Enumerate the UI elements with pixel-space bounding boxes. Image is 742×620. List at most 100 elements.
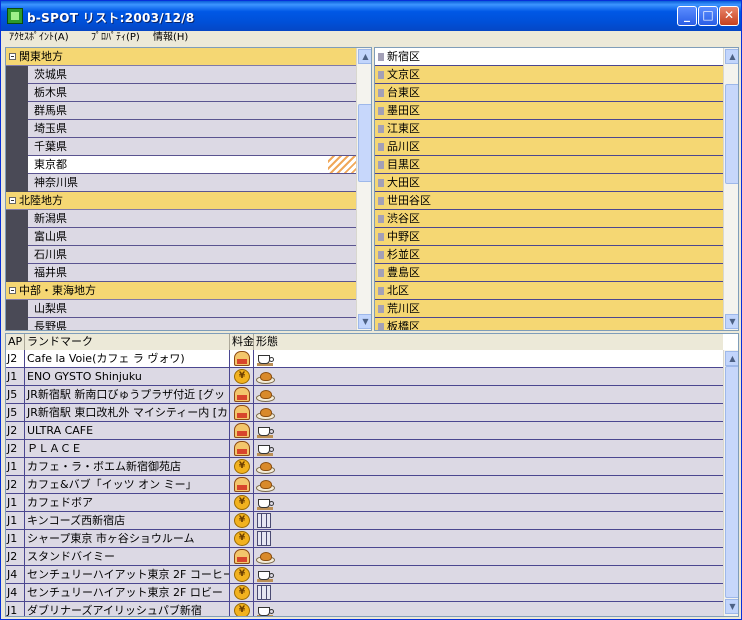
- membership-lock-icon: [234, 387, 250, 402]
- list-row[interactable]: J1 ENO GYSTO Shinjuku ¥: [6, 368, 723, 386]
- scroll-up-arrow-icon[interactable]: ▲: [725, 49, 738, 64]
- scroll-down-arrow-icon[interactable]: ▼: [725, 314, 738, 329]
- tree-prefecture-item[interactable]: 東京都: [28, 156, 356, 174]
- tree-prefecture-item[interactable]: 山梨県: [28, 300, 356, 318]
- form-cell: [254, 350, 278, 367]
- column-header-landmark[interactable]: ランドマーク: [25, 334, 230, 350]
- scroll-thumb[interactable]: [725, 366, 738, 598]
- ward-list-panel[interactable]: ▲ ▼ 新宿区 文京区 台東区 墨田区江東区品川区 目黒区 大田区世田谷区渋谷区 中野区 杉並…: [374, 47, 739, 331]
- title-bar[interactable]: b-SPOT リスト:2003/12/8 _ □ ✕: [1, 1, 741, 31]
- tree-prefecture-item[interactable]: 神奈川県: [28, 174, 356, 192]
- list-row[interactable]: J2 スタンドバイミー: [6, 548, 723, 566]
- minimize-button[interactable]: _: [677, 6, 697, 26]
- tree-prefecture-item[interactable]: 千葉県: [28, 138, 356, 156]
- ward-item[interactable]: 杉並区: [375, 246, 723, 264]
- ward-item[interactable]: 渋谷区: [375, 210, 723, 228]
- list-row[interactable]: J2 Cafe la Voie(カフェ ラ ヴォワ): [6, 350, 723, 368]
- list-row[interactable]: J4 センチュリーハイアット東京 2F コーヒー ¥: [6, 566, 723, 584]
- form-cell: [254, 602, 278, 616]
- tree-region-item[interactable]: 関東地方: [6, 48, 356, 66]
- list-scrollbar[interactable]: ▲ ▼: [723, 350, 738, 616]
- tree-prefecture-item[interactable]: 福井県: [28, 264, 356, 282]
- list-row[interactable]: J1 カフェ・ラ・ボエム新宿御苑店 ¥: [6, 458, 723, 476]
- column-header-ap[interactable]: AP: [6, 334, 25, 350]
- tree-prefecture-item[interactable]: 長野県: [28, 318, 356, 330]
- ward-item[interactable]: 文京区: [375, 66, 723, 84]
- ward-item[interactable]: 目黒区: [375, 156, 723, 174]
- ward-item[interactable]: 墨田区: [375, 102, 723, 120]
- scroll-down-arrow-icon[interactable]: ▼: [725, 599, 738, 614]
- scroll-up-arrow-icon[interactable]: ▲: [725, 351, 738, 366]
- column-header-form[interactable]: 形態: [254, 334, 723, 350]
- list-row[interactable]: J1 シャープ東京 市ヶ谷ショウルーム ¥: [6, 530, 723, 548]
- tree-indent-bar: [6, 300, 28, 318]
- scroll-down-arrow-icon[interactable]: ▼: [358, 314, 371, 329]
- menu-property[interactable]: ﾌﾟﾛﾊﾟﾃｨ(P): [91, 31, 140, 45]
- list-row[interactable]: J1 ダブリナーズアイリッシュパブ新宿 ¥: [6, 602, 723, 616]
- ward-item[interactable]: 荒川区: [375, 300, 723, 318]
- tree-prefecture-item[interactable]: 石川県: [28, 246, 356, 264]
- ward-item[interactable]: 大田区: [375, 174, 723, 192]
- ward-item[interactable]: 世田谷区: [375, 192, 723, 210]
- tree-region-item[interactable]: 中部・東海地方: [6, 282, 356, 300]
- app-icon[interactable]: [7, 8, 23, 24]
- ward-item[interactable]: 新宿区: [375, 48, 723, 66]
- tree-prefecture-item[interactable]: 新潟県: [28, 210, 356, 228]
- menu-info[interactable]: 情報(H): [153, 31, 188, 45]
- collapse-icon[interactable]: [9, 197, 16, 204]
- ward-item[interactable]: 板橋区: [375, 318, 723, 330]
- fee-cell: ¥: [230, 368, 254, 385]
- list-row[interactable]: J2 ＰＬＡＣＥ: [6, 440, 723, 458]
- tree-prefecture-item[interactable]: 富山県: [28, 228, 356, 246]
- membership-lock-icon: [234, 549, 250, 564]
- ward-label: 江東区: [387, 122, 420, 135]
- fee-cell: [230, 440, 254, 457]
- tree-prefecture-item[interactable]: 茨城県: [28, 66, 356, 84]
- tree-indent-bar: [6, 228, 28, 246]
- region-tree-panel[interactable]: ▲ ▼ 関東地方 茨城県 栃木県 群馬県 埼玉県 千葉県 東京都 神奈川県 北陸地方新潟県富山県…: [5, 47, 372, 331]
- list-row[interactable]: J5 JR新宿駅 新南口びゅうプラザ付近 [グッ: [6, 386, 723, 404]
- column-header-fee[interactable]: 料金: [230, 334, 254, 350]
- close-button[interactable]: ✕: [719, 6, 739, 26]
- ward-item[interactable]: 北区: [375, 282, 723, 300]
- ward-item[interactable]: 台東区: [375, 84, 723, 102]
- list-row[interactable]: J1 カフェドボア ¥: [6, 494, 723, 512]
- ward-item[interactable]: 豊島区: [375, 264, 723, 282]
- fee-cell: [230, 386, 254, 403]
- fee-cell: ¥: [230, 584, 254, 601]
- yen-coin-icon: ¥: [234, 603, 250, 616]
- list-row[interactable]: J2 ULTRA CAFE: [6, 422, 723, 440]
- tree-prefecture-item[interactable]: 栃木県: [28, 84, 356, 102]
- ward-item[interactable]: 中野区: [375, 228, 723, 246]
- collapse-icon[interactable]: [9, 53, 16, 60]
- list-row[interactable]: J2 カフェ&バブ「イッツ オン ミー」: [6, 476, 723, 494]
- menu-access-point[interactable]: ｱｸｾｽﾎﾟｲﾝﾄ(A): [9, 31, 69, 45]
- ap-cell: J5: [6, 386, 25, 403]
- tree-region-item[interactable]: 北陸地方: [6, 192, 356, 210]
- maximize-button[interactable]: □: [698, 6, 718, 26]
- list-row[interactable]: J1 キンコーズ西新宿店 ¥: [6, 512, 723, 530]
- tree-item-label: 新潟県: [34, 212, 67, 225]
- selection-stripes-icon: [328, 156, 356, 173]
- form-cell: [254, 566, 278, 583]
- form-cell: [254, 530, 278, 547]
- tree-prefecture-item[interactable]: 埼玉県: [28, 120, 356, 138]
- ward-item[interactable]: 品川区: [375, 138, 723, 156]
- tree-prefecture-item[interactable]: 群馬県: [28, 102, 356, 120]
- collapse-icon[interactable]: [9, 287, 16, 294]
- scroll-thumb[interactable]: [358, 104, 371, 182]
- spot-list-panel[interactable]: AP ランドマーク 料金 形態 ▲ ▼ J2 Cafe la Voie(カフェ ラ…: [5, 333, 739, 617]
- form-cell: [254, 458, 278, 475]
- scroll-up-arrow-icon[interactable]: ▲: [358, 49, 371, 64]
- list-row[interactable]: J4 センチュリーハイアット東京 2F ロビー ¥: [6, 584, 723, 602]
- scroll-thumb[interactable]: [725, 84, 738, 184]
- ward-item[interactable]: 江東区: [375, 120, 723, 138]
- list-row[interactable]: J5 JR新宿駅 東口改札外 マイシティー内 [カ: [6, 404, 723, 422]
- tree-indent-bar: [6, 174, 28, 192]
- tree-scrollbar[interactable]: ▲ ▼: [356, 48, 371, 330]
- form-cell: [254, 584, 278, 601]
- ward-marker-icon: [378, 251, 384, 259]
- ward-label: 世田谷区: [387, 194, 431, 207]
- ward-label: 荒川区: [387, 302, 420, 315]
- ward-scrollbar[interactable]: ▲ ▼: [723, 48, 738, 330]
